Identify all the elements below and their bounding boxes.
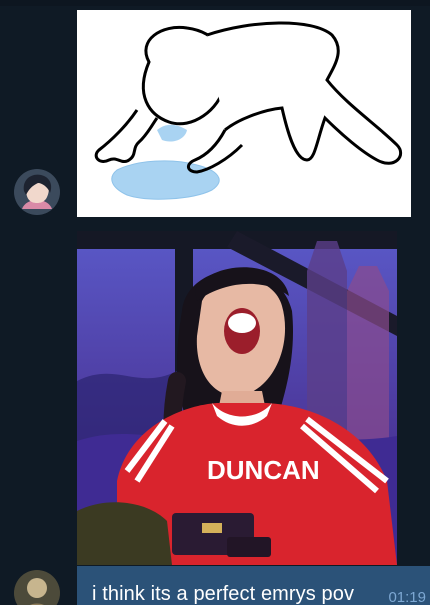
chat-window: DUNCAN i think its a perfect emrys pov 0… xyxy=(0,0,430,605)
shirt-text: DUNCAN xyxy=(207,455,320,485)
photo-message[interactable]: DUNCAN xyxy=(77,231,397,565)
user-avatar-icon xyxy=(14,570,60,605)
message-text: i think its a perfect emrys pov xyxy=(92,583,355,605)
chat-top-strip xyxy=(0,0,430,6)
message-bubble[interactable]: i think its a perfect emrys pov 01:19 xyxy=(77,566,430,605)
message-time: 01:19 xyxy=(388,589,426,605)
laughing-person-photo-icon: DUNCAN xyxy=(77,231,397,565)
user-avatar-icon xyxy=(14,169,60,215)
crying-figure-sticker-icon xyxy=(77,10,411,217)
sticker-message[interactable] xyxy=(77,10,411,217)
user-avatar[interactable] xyxy=(14,570,60,605)
user-avatar[interactable] xyxy=(14,169,60,215)
